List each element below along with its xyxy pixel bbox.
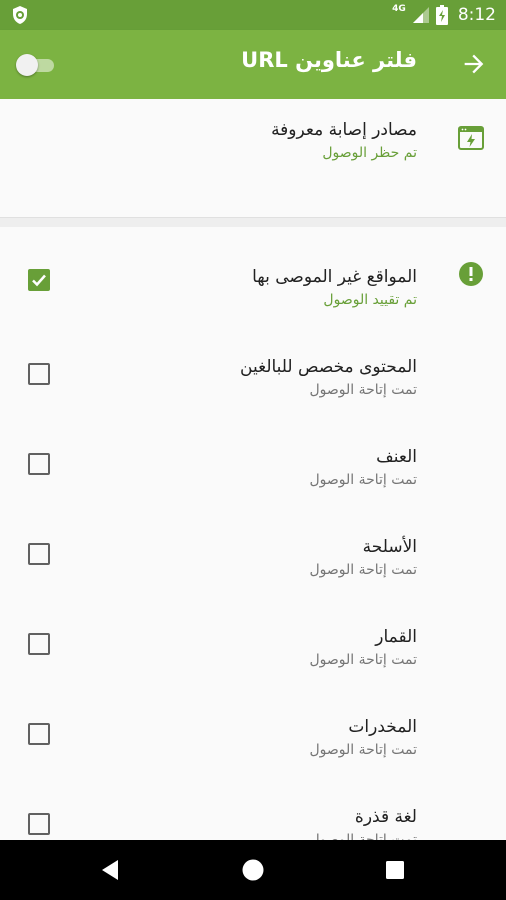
category-status: تمت إتاحة الوصول	[309, 652, 417, 668]
system-nav-bar	[0, 840, 506, 900]
category-row-gambling[interactable]: القمار تمت إتاحة الوصول	[0, 620, 506, 710]
category-checkbox[interactable]	[28, 363, 50, 385]
category-checkbox[interactable]	[28, 543, 50, 565]
signal-icon	[412, 7, 429, 23]
category-row-adult[interactable]: المحتوى مخصص للبالغين تمت إتاحة الوصول	[0, 350, 506, 440]
category-row-not-recommended[interactable]: المواقع غير الموصى بها تم تقييد الوصول	[0, 256, 506, 346]
category-checkbox[interactable]	[28, 269, 50, 291]
warning-icon	[459, 262, 483, 286]
category-title: القمار	[375, 627, 417, 647]
known-sources-row: مصادر إصابة معروفة تم حظر الوصول	[0, 99, 506, 217]
back-arrow-icon[interactable]	[460, 50, 488, 78]
page-title: فلتر عناوين URL	[241, 48, 417, 72]
category-checkbox[interactable]	[28, 633, 50, 655]
toggle-thumb	[16, 54, 38, 76]
section-divider	[0, 217, 506, 227]
known-sources-status: تم حظر الوصول	[322, 145, 417, 161]
nav-back-icon[interactable]	[96, 855, 126, 885]
category-title: العنف	[376, 447, 417, 467]
category-status: تم تقييد الوصول	[323, 292, 417, 308]
category-title: المواقع غير الموصى بها	[252, 267, 417, 287]
category-status: تمت إتاحة الوصول	[309, 562, 417, 578]
category-row-weapons[interactable]: الأسلحة تمت إتاحة الوصول	[0, 530, 506, 620]
status-bar: 4G 8:12	[0, 0, 506, 30]
app-bar: فلتر عناوين URL	[0, 30, 506, 99]
browser-bolt-icon	[458, 126, 484, 150]
clock: 8:12	[457, 5, 496, 25]
network-type: 4G	[392, 4, 406, 14]
category-status: تمت إتاحة الوصول	[309, 472, 417, 488]
battery-icon	[435, 5, 448, 25]
category-title: الأسلحة	[362, 537, 417, 557]
category-row-violence[interactable]: العنف تمت إتاحة الوصول	[0, 440, 506, 530]
category-status: تمت إتاحة الوصول	[309, 382, 417, 398]
nav-home-icon[interactable]	[238, 855, 268, 885]
known-sources-title: مصادر إصابة معروفة	[271, 120, 417, 140]
category-checkbox[interactable]	[28, 453, 50, 475]
category-title: المحتوى مخصص للبالغين	[240, 357, 417, 377]
check-icon	[32, 274, 46, 287]
category-title: المخدرات	[348, 717, 417, 737]
category-status: تمت إتاحة الوصول	[309, 742, 417, 758]
app-shield-icon	[13, 6, 27, 24]
screen: 4G 8:12 فلتر عناوين URL مصادر إصابة معرو…	[0, 0, 506, 900]
nav-recents-icon[interactable]	[380, 855, 410, 885]
category-checkbox[interactable]	[28, 723, 50, 745]
category-row-drugs[interactable]: المخدرات تمت إتاحة الوصول	[0, 710, 506, 800]
category-checkbox[interactable]	[28, 813, 50, 835]
url-filter-toggle[interactable]	[16, 52, 56, 78]
category-title: لغة قذرة	[354, 807, 417, 827]
